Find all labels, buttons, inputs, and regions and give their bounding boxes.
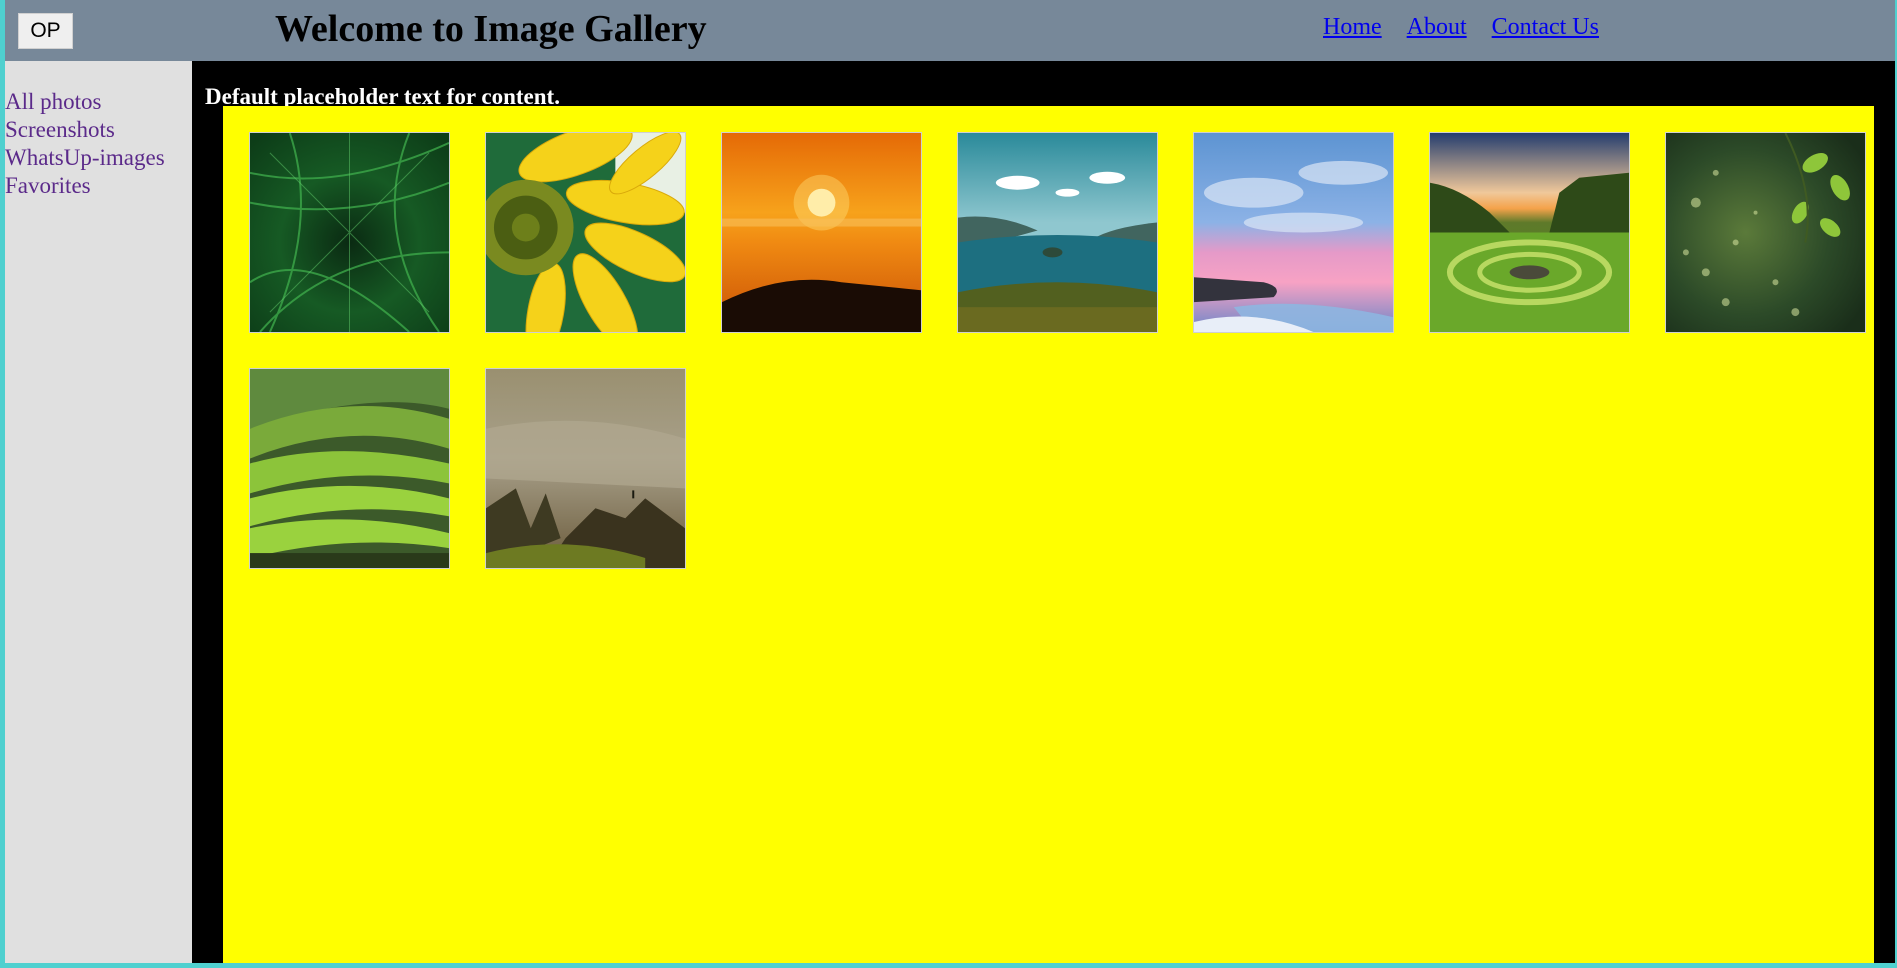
- top-header: OP Welcome to Image Gallery Home About C…: [5, 0, 1897, 61]
- sidebar: All photos Screenshots WhatsUp-images Fa…: [5, 61, 192, 963]
- page-title: Welcome to Image Gallery: [275, 8, 707, 50]
- sidebar-item-favorites[interactable]: Favorites: [5, 172, 165, 200]
- photo-thumbnail-rolling-hills[interactable]: [249, 368, 450, 569]
- photo-thumbnail-valley[interactable]: [1429, 132, 1630, 333]
- nav-link-contact-us[interactable]: Contact Us: [1492, 14, 1599, 41]
- main-content: Default placeholder text for content.: [192, 61, 1897, 963]
- sidebar-item-whatsup-images[interactable]: WhatsUp-images: [5, 144, 165, 172]
- sidebar-item-screenshots[interactable]: Screenshots: [5, 116, 165, 144]
- photo-gallery: [223, 106, 1874, 963]
- photo-thumbnail-orange-sunset[interactable]: [721, 132, 922, 333]
- menu-toggle-button[interactable]: OP: [18, 13, 73, 49]
- photo-thumbnail-fern[interactable]: [249, 132, 450, 333]
- nav-link-home[interactable]: Home: [1323, 14, 1382, 41]
- window-frame-bottom: [0, 963, 1897, 968]
- nav-link-about[interactable]: About: [1407, 14, 1467, 41]
- sidebar-list: All photos Screenshots WhatsUp-images Fa…: [5, 88, 165, 200]
- sidebar-item-all-photos[interactable]: All photos: [5, 88, 165, 116]
- page: OP Welcome to Image Gallery Home About C…: [5, 0, 1897, 963]
- photo-thumbnail-lake[interactable]: [957, 132, 1158, 333]
- photo-thumbnail-mountains[interactable]: [485, 368, 686, 569]
- top-nav: Home About Contact Us: [1323, 14, 1599, 41]
- photo-thumbnail-sunflower[interactable]: [485, 132, 686, 333]
- photo-thumbnail-leaves[interactable]: [1665, 132, 1866, 333]
- photo-thumbnail-pink-beach[interactable]: [1193, 132, 1394, 333]
